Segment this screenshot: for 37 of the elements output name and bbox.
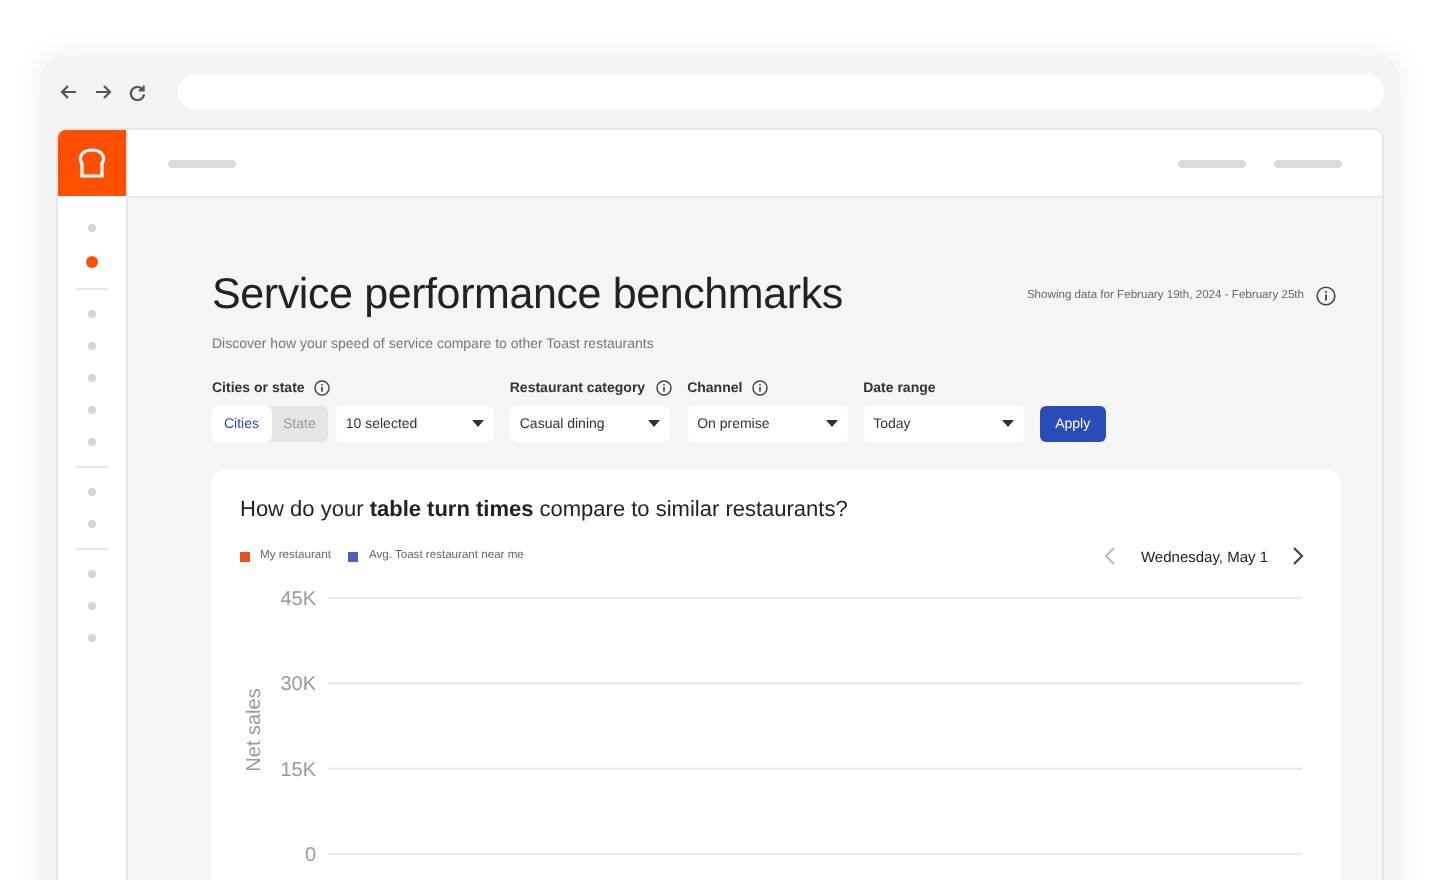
chevron-left-icon[interactable] xyxy=(1104,546,1117,566)
reload-icon[interactable] xyxy=(128,83,146,101)
info-icon[interactable] xyxy=(1316,285,1336,305)
caret-icon xyxy=(1001,420,1014,428)
info-icon[interactable] xyxy=(752,380,769,396)
forward-icon[interactable] xyxy=(94,84,112,100)
sidebar-item[interactable] xyxy=(86,256,98,268)
sidebar-item[interactable] xyxy=(88,342,96,350)
caret-icon xyxy=(647,420,660,428)
sidebar-item[interactable] xyxy=(88,570,96,578)
sidebar-item[interactable] xyxy=(88,438,96,446)
sidebar-item[interactable] xyxy=(88,406,96,414)
logo-tile[interactable] xyxy=(58,130,126,196)
axis-tick-label: 0 xyxy=(304,845,316,867)
sidebar-item[interactable] xyxy=(88,520,96,528)
toast-icon xyxy=(76,148,108,178)
sidebar-item[interactable] xyxy=(88,224,96,232)
chevron-right-icon[interactable] xyxy=(1292,546,1304,566)
caret-icon xyxy=(471,420,484,428)
axis-tick-label: 15K xyxy=(280,759,316,782)
chart-question: How do your table turn times compare to similar restaurants? xyxy=(240,498,850,522)
sidebar-item[interactable] xyxy=(88,310,96,318)
axis-tick-label: 30K xyxy=(280,674,316,697)
back-icon[interactable] xyxy=(60,84,78,100)
skeleton-line xyxy=(168,159,236,167)
axis-tick-label: 45K xyxy=(280,589,316,611)
sidebar-item[interactable] xyxy=(88,634,96,642)
sidebar-item[interactable] xyxy=(88,374,96,382)
skeleton-line xyxy=(1274,159,1342,167)
sidebar-item[interactable] xyxy=(88,602,96,610)
skeleton-line xyxy=(1178,159,1246,167)
axis-title: Net sales xyxy=(244,688,266,772)
sidebar-item[interactable] xyxy=(88,488,96,496)
page-title: Service performance benchmarks xyxy=(212,270,843,320)
info-icon[interactable] xyxy=(655,380,672,396)
caret-icon xyxy=(825,420,838,428)
info-icon[interactable] xyxy=(314,380,331,396)
